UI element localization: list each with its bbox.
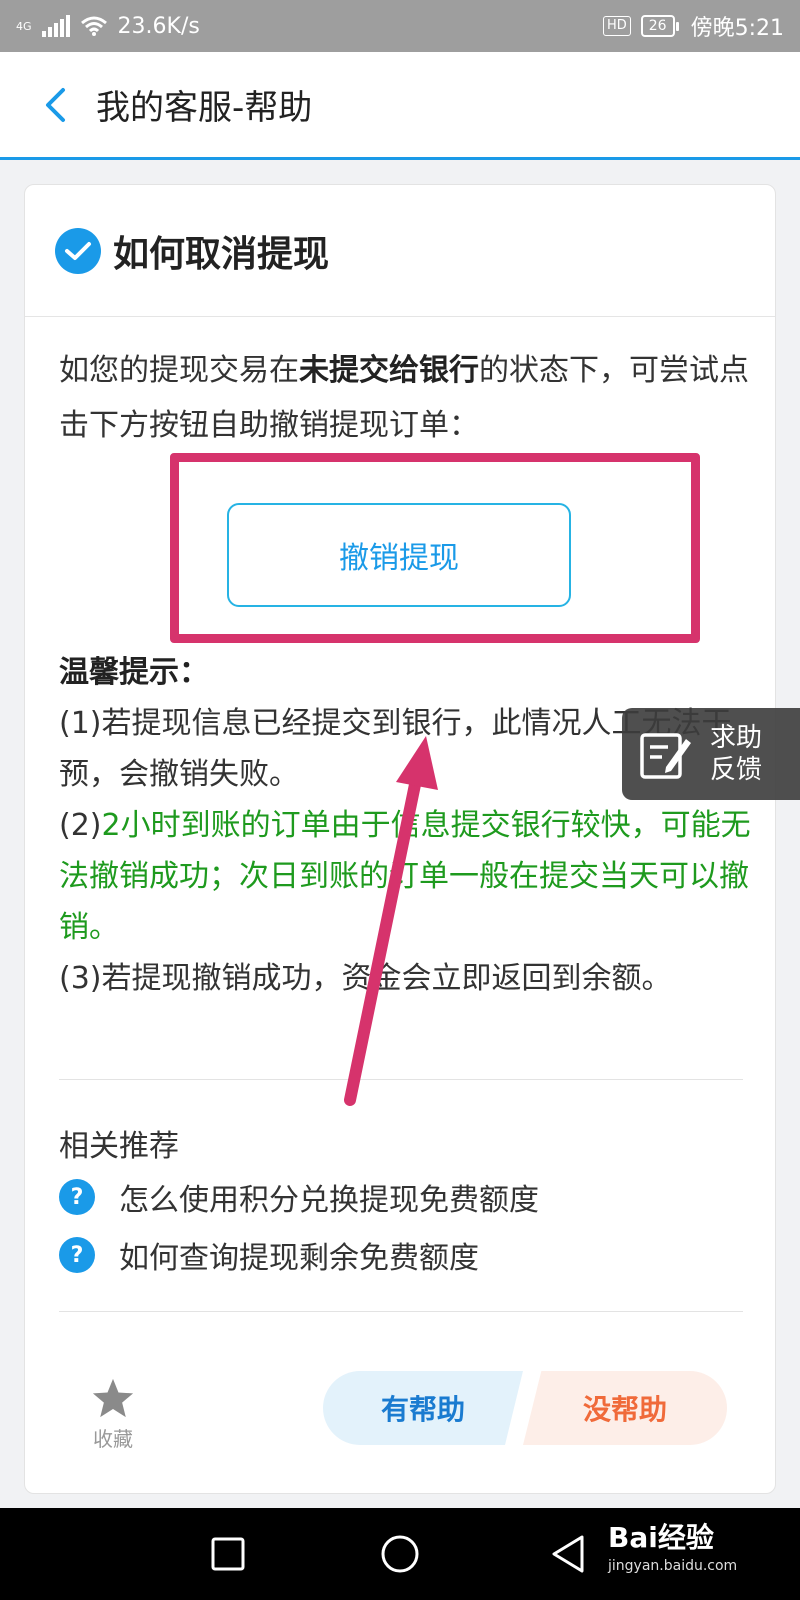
not-helpful-button[interactable]: 没帮助: [523, 1371, 727, 1445]
intro-text: 如您的提现交易在: [59, 353, 299, 388]
star-icon: [92, 1378, 134, 1418]
question-icon: ?: [59, 1237, 95, 1273]
tips-section: 温馨提示： (1)若提现信息已经提交到银行，此情况人工无法干预，会撤销失败。 (…: [59, 647, 759, 1004]
network-speed: 23.6K/s: [117, 13, 200, 39]
related-item[interactable]: ? 如何查询提现剩余免费额度: [59, 1233, 479, 1277]
recent-apps-button[interactable]: [210, 1536, 246, 1572]
watermark-url: jingyan.baidu.com: [608, 1558, 738, 1574]
signal-icon: [41, 15, 70, 37]
back-nav-button[interactable]: [550, 1534, 586, 1574]
intro-bold-text: 未提交给银行: [299, 353, 479, 388]
float-label-line2: 反馈: [710, 755, 763, 785]
tip-3: (3)若提现撤销成功，资金会立即返回到余额。: [59, 961, 672, 996]
home-button[interactable]: [380, 1534, 420, 1574]
help-article-card: 如何取消提现 如您的提现交易在未提交给银行的状态下，可尝试点击下方按钮自助撤销提…: [24, 184, 776, 1494]
tip-2-text: 2小时到账的订单由于信息提交银行较快，可能无法撤销成功；次日到账的订单一般在提交…: [59, 808, 751, 945]
float-label-line1: 求助: [710, 723, 763, 753]
tip-2-prefix: (2): [59, 808, 102, 843]
favorite-button[interactable]: 收藏: [85, 1377, 141, 1452]
page-title: 我的客服-帮助: [96, 88, 313, 128]
helpful-button[interactable]: 有帮助: [323, 1371, 523, 1445]
baidu-jingyan-watermark: Bai经验 jingyan.baidu.com: [608, 1516, 794, 1574]
divider: [59, 1311, 743, 1312]
article-title: 如何取消提现: [113, 233, 330, 275]
wifi-icon: [80, 16, 107, 36]
help-feedback-float-button[interactable]: 求助 反馈: [622, 708, 800, 800]
network-type: 4G: [16, 19, 32, 33]
question-icon: ?: [59, 1179, 95, 1215]
hd-badge: HD: [602, 16, 631, 36]
related-title: 相关推荐: [59, 1129, 179, 1164]
tip-2: (2)2小时到账的订单由于信息提交银行较快，可能无法撤销成功；次日到账的订单一般…: [59, 800, 759, 953]
battery-icon: 26: [640, 15, 679, 37]
cancel-withdrawal-button[interactable]: 撤销提现: [227, 503, 571, 607]
favorite-label: 收藏: [93, 1427, 133, 1451]
nav-bar: 我的客服-帮助: [0, 52, 800, 160]
article-intro: 如您的提现交易在未提交给银行的状态下，可尝试点击下方按钮自助撤销提现订单：: [59, 343, 749, 453]
back-button[interactable]: [26, 75, 86, 135]
divider: [59, 1079, 743, 1080]
clock: 傍晚5:21: [690, 16, 784, 41]
related-item-label: 如何查询提现剩余免费额度: [119, 1241, 479, 1276]
chevron-left-icon: [46, 87, 65, 122]
check-circle-icon: [55, 227, 101, 274]
status-bar: 4G 23.6K/s HD 26 傍晚5:21: [0, 0, 800, 52]
float-label: 求助 反馈: [710, 722, 762, 786]
related-item[interactable]: ? 怎么使用积分兑换提现免费额度: [59, 1175, 539, 1219]
tips-heading: 温馨提示：: [59, 655, 209, 690]
edit-icon: [640, 733, 691, 779]
related-item-label: 怎么使用积分兑换提现免费额度: [119, 1183, 539, 1218]
article-header: 如何取消提现: [25, 185, 775, 317]
network-indicator: 4G: [16, 21, 32, 32]
watermark-logo-text: Bai经验: [608, 1521, 714, 1554]
